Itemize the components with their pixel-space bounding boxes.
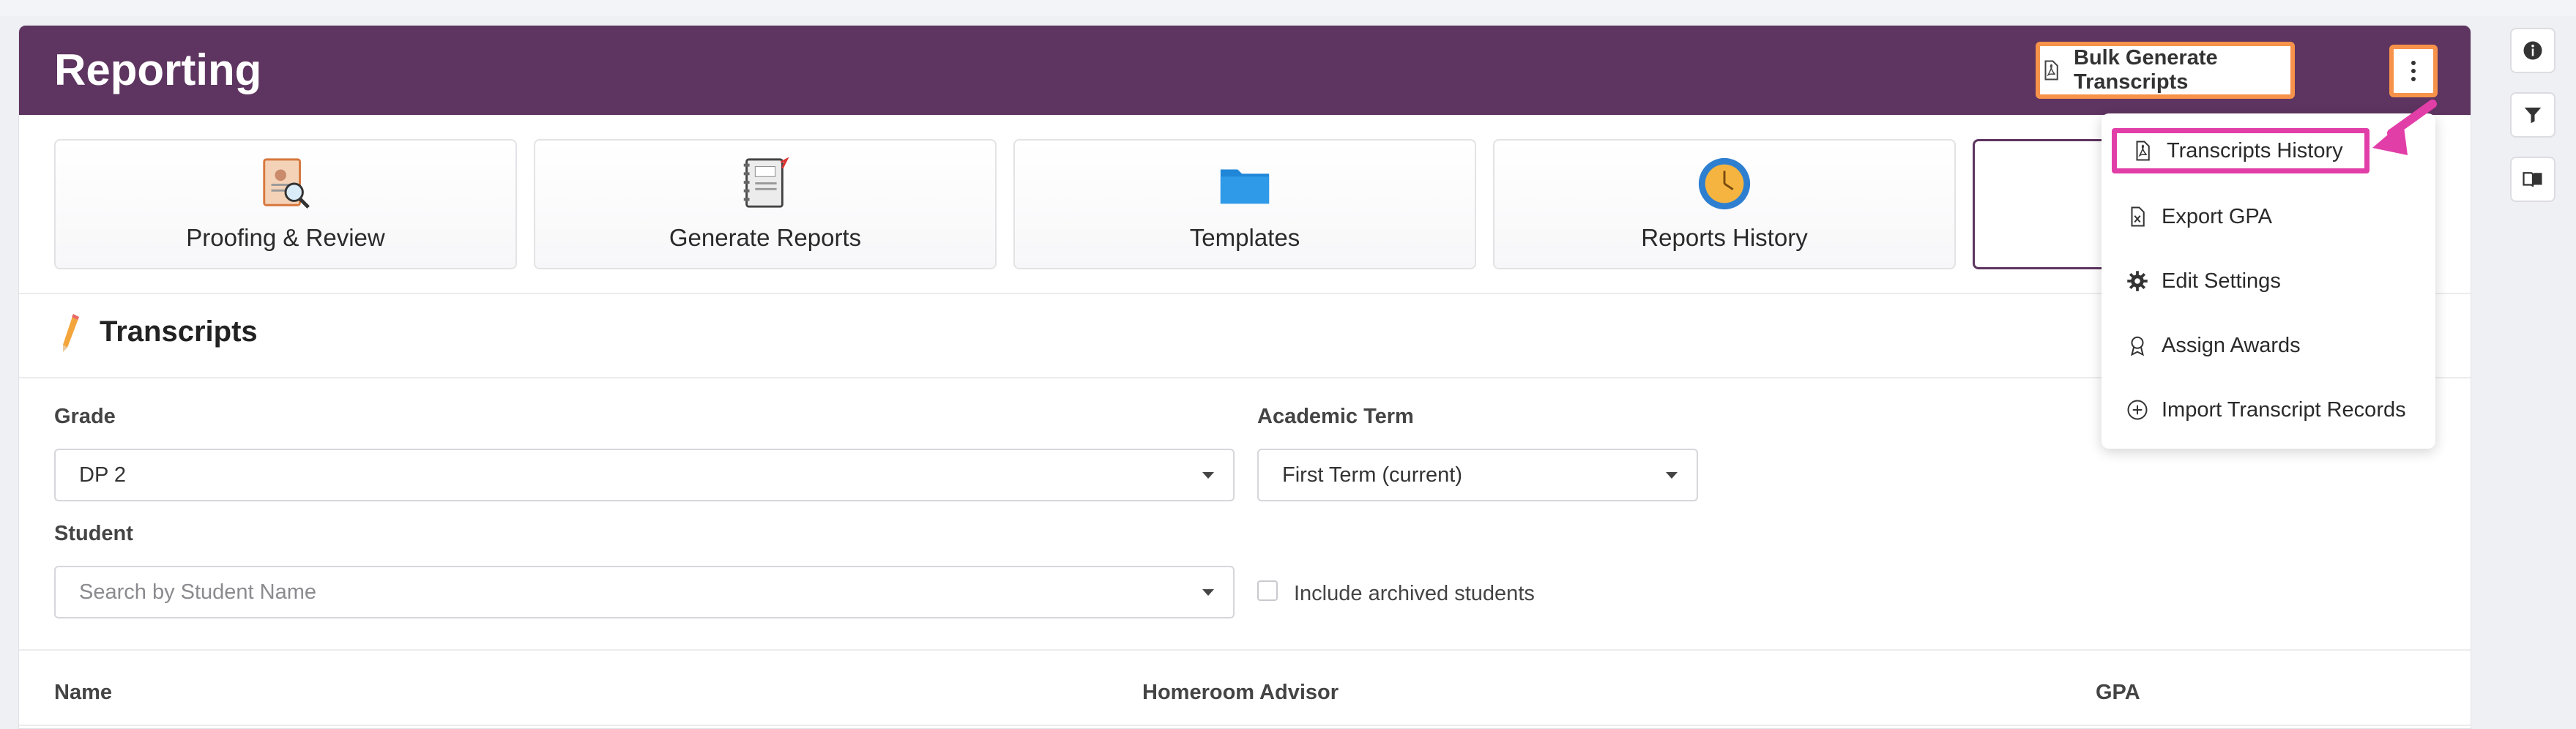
student-search-placeholder: Search by Student Name [79,580,317,604]
tile-label: Reports History [1641,224,1808,251]
tile-label: Generate Reports [669,224,862,251]
clock-icon [1698,157,1751,210]
menu-item-transcripts-history[interactable]: Transcripts History [2112,128,2370,173]
student-search-select[interactable]: Search by Student Name [54,566,1235,618]
excel-file-icon [2131,206,2145,227]
menu-item-label: Import Transcript Records [2162,397,2406,422]
menu-item-edit-settings[interactable]: Edit Settings [2102,258,2435,304]
vertical-dots-icon [2411,61,2416,81]
pdf-file-icon [2044,60,2058,81]
include-archived-label: Include archived students [1294,582,1535,605]
tile-label: Proofing & Review [186,224,385,251]
divider [19,725,2471,726]
academic-term-label: Academic Term [1257,405,1414,428]
menu-item-label: Transcripts History [2167,138,2343,162]
divider [19,649,2471,651]
chevron-down-icon [1202,472,1214,479]
menu-item-label: Edit Settings [2162,269,2281,293]
plus-circle-icon [2127,400,2148,420]
bulk-generate-transcripts-label: Bulk Generate Transcripts [2074,46,2218,94]
include-archived-checkbox[interactable] [1257,580,1278,601]
menu-item-label: Assign Awards [2162,333,2301,357]
menu-item-import-transcript-records[interactable]: Import Transcript Records [2102,387,2435,433]
filter-button[interactable] [2510,92,2555,138]
menu-item-export-gpa[interactable]: Export GPA [2102,194,2435,239]
chevron-down-icon [1666,472,1678,479]
menu-item-assign-awards[interactable]: Assign Awards [2102,323,2435,368]
academic-term-select[interactable]: First Term (current) [1257,449,1698,501]
more-options-button[interactable] [2389,45,2438,97]
tile-proofing-review[interactable]: Proofing & Review [54,139,517,269]
report-cards-icon [743,157,789,208]
chevron-down-icon [1202,589,1214,596]
top-strip [0,0,2576,16]
tile-templates[interactable]: Templates [1013,139,1476,269]
tile-reports-history[interactable]: Reports History [1493,139,1956,269]
column-header-name[interactable]: Name [54,681,112,705]
award-icon [2131,336,2144,356]
grade-value: DP 2 [79,463,126,487]
page-header: Reporting Bulk Generate Transcripts [19,26,2471,115]
menu-item-label: Export GPA [2162,204,2272,228]
pink-arrow-annotation [2372,100,2437,155]
guide-button[interactable] [2510,157,2555,202]
tile-label: Templates [1189,224,1300,251]
pdf-file-icon [2136,141,2150,161]
section-title: Transcripts [100,315,258,348]
folder-icon [1220,169,1270,204]
tile-generate-reports[interactable]: Generate Reports [534,139,997,269]
student-label: Student [54,522,133,545]
academic-term-value: First Term (current) [1282,463,1462,487]
column-header-homeroom-advisor[interactable]: Homeroom Advisor [1142,681,1339,705]
pencil-icon [63,314,79,352]
gear-icon [2127,271,2148,291]
page-title: Reporting [54,45,262,94]
info-button[interactable] [2510,28,2555,73]
bulk-generate-transcripts-button[interactable]: Bulk Generate Transcripts [2036,42,2295,99]
column-header-gpa[interactable]: GPA [2096,681,2140,705]
grade-label: Grade [54,405,116,428]
book-icon [2523,172,2542,187]
filter-icon [2524,108,2542,124]
grade-select[interactable]: DP 2 [54,449,1235,501]
info-icon [2523,41,2542,60]
proofing-icon [263,158,310,209]
